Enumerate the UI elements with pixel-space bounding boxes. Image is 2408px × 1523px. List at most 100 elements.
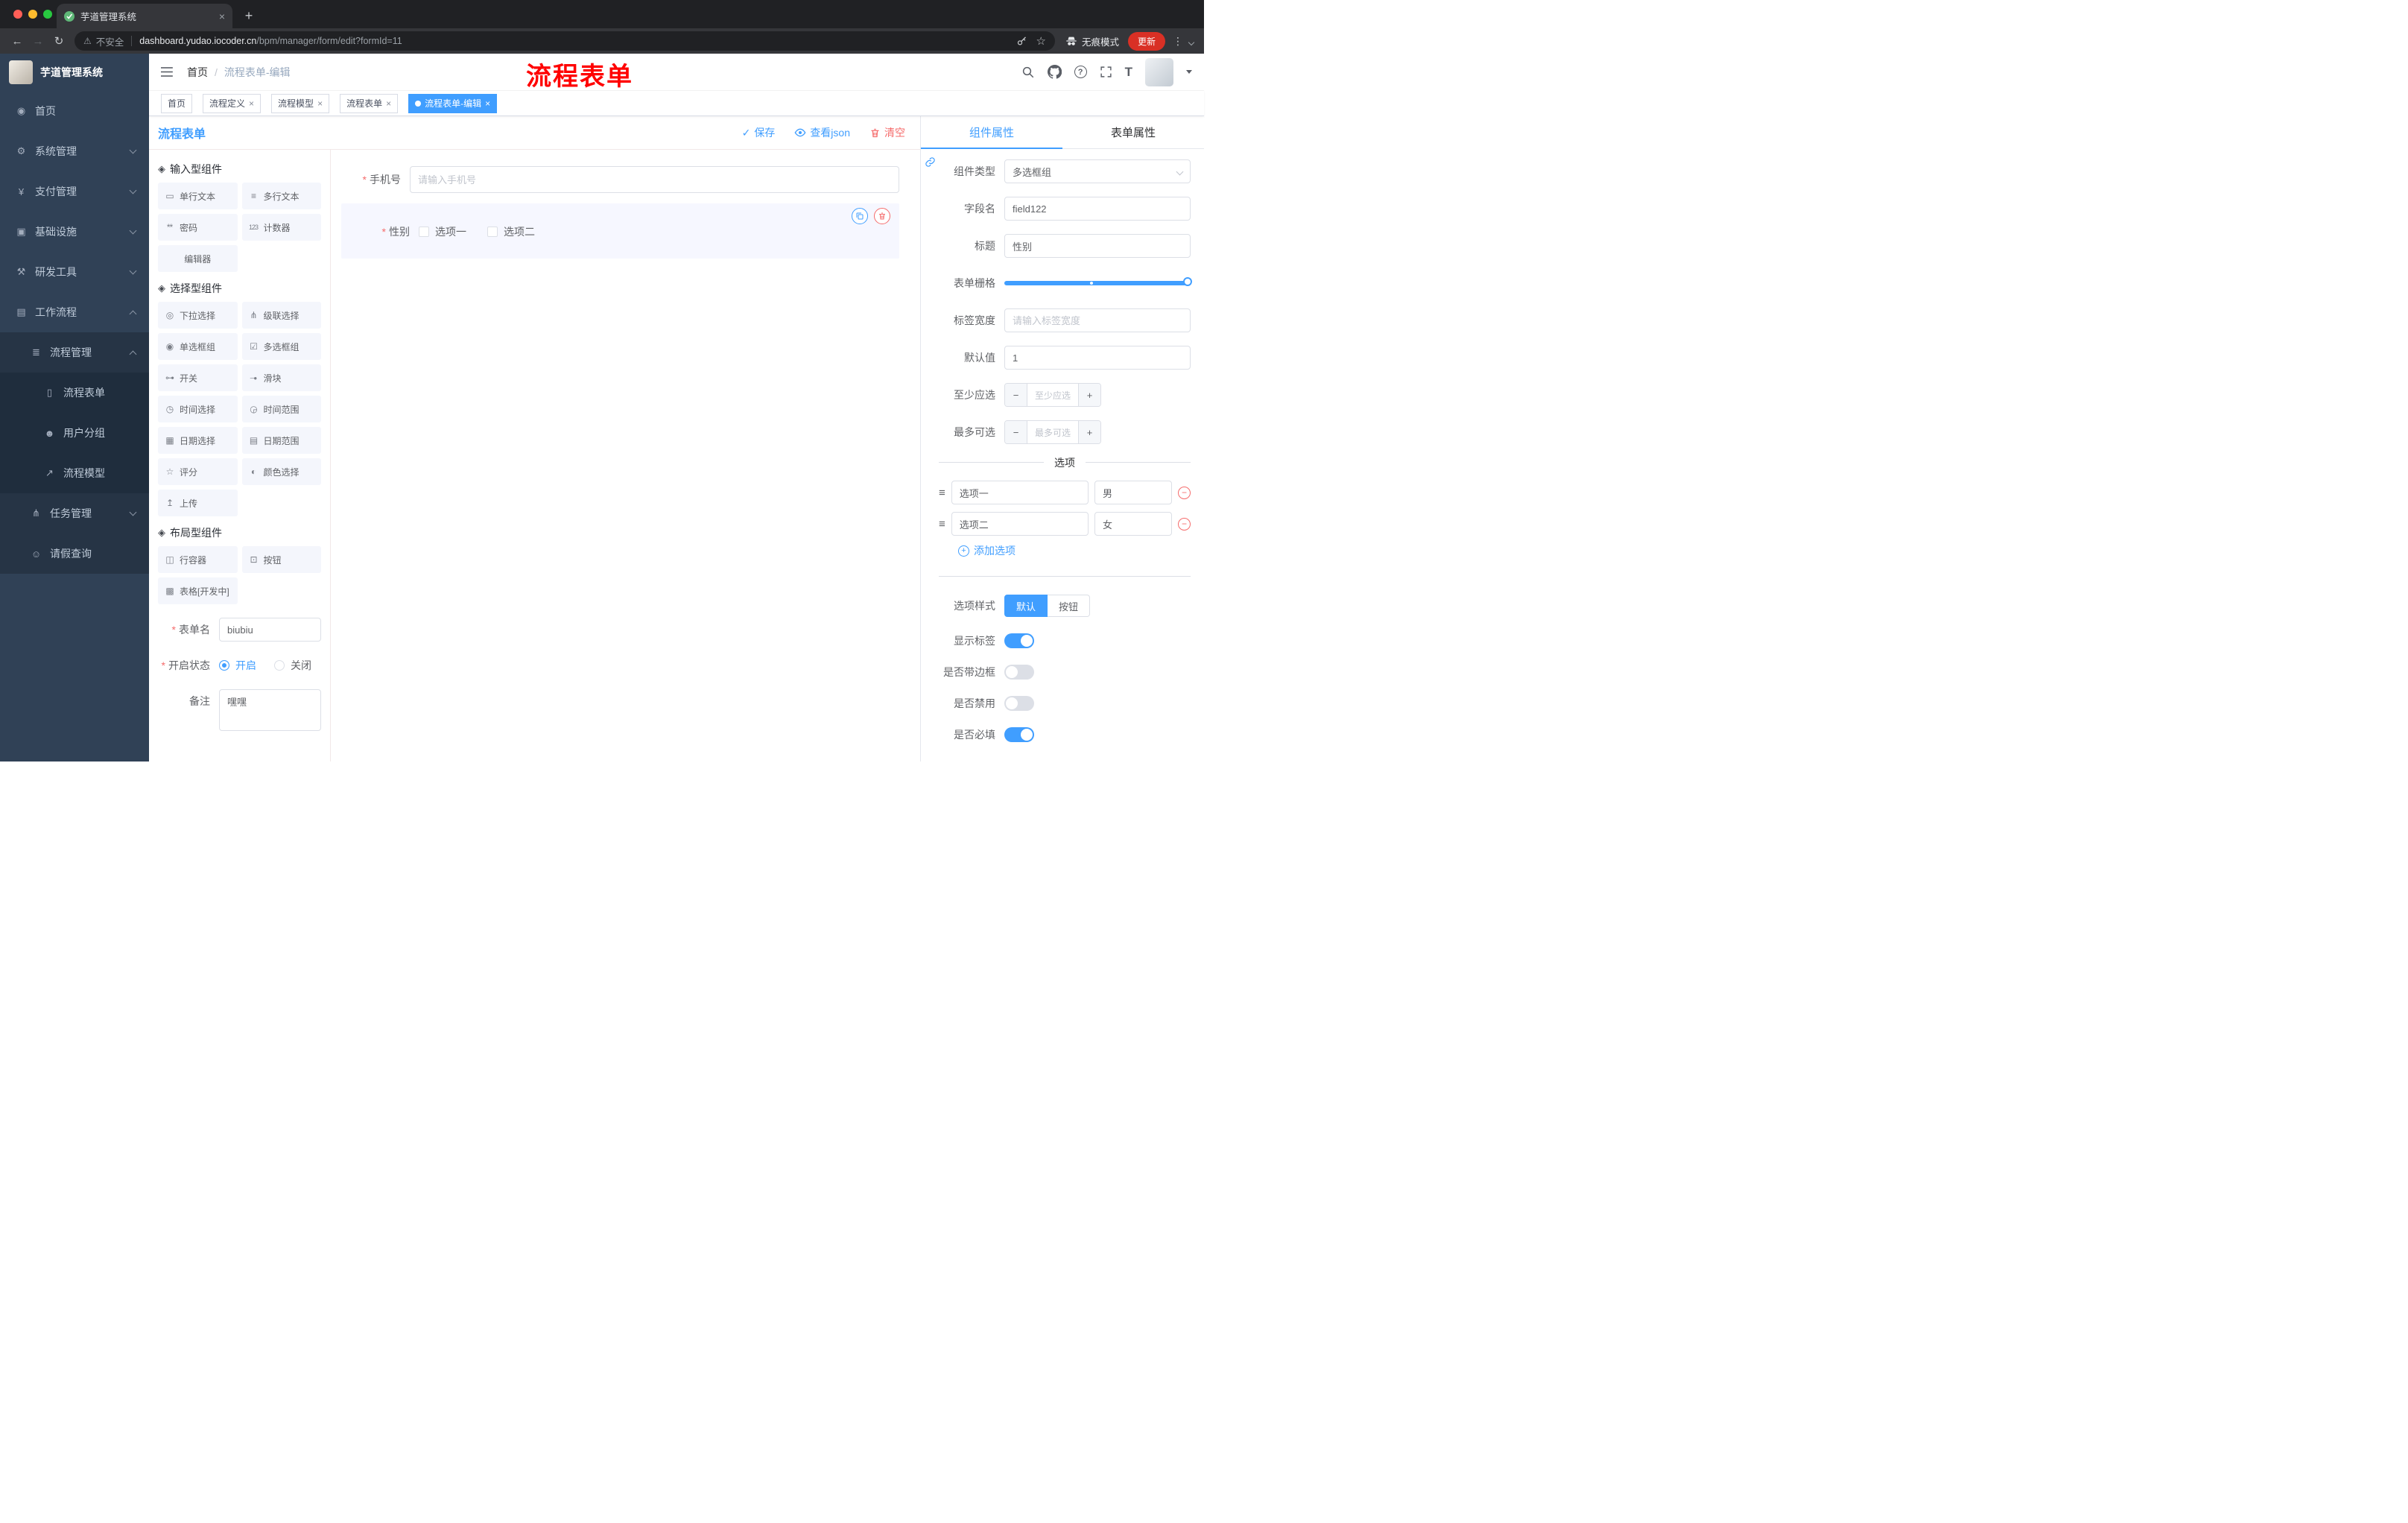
- minimize-window-button[interactable]: [28, 10, 37, 19]
- title-input[interactable]: [1004, 234, 1191, 258]
- sidebar-item-home[interactable]: ◉ 首页: [0, 91, 149, 131]
- status-off-radio[interactable]: 关闭: [274, 658, 311, 673]
- palette-item-row-container[interactable]: ◫ 行容器: [158, 546, 238, 573]
- palette-item-multi-line-text[interactable]: ≡ 多行文本: [241, 183, 321, 209]
- tag-close-icon[interactable]: ×: [386, 98, 391, 109]
- option-2-value-input[interactable]: [1094, 512, 1172, 536]
- palette-item-password[interactable]: ** 密码: [158, 214, 238, 241]
- tag-close-icon[interactable]: ×: [317, 98, 323, 109]
- add-option-button[interactable]: + 添加选项: [958, 543, 1191, 558]
- palette-item-table[interactable]: ▩ 表格[开发中]: [158, 577, 238, 604]
- copy-field-button[interactable]: [852, 208, 868, 224]
- default-value-input[interactable]: [1004, 346, 1191, 370]
- back-icon[interactable]: ←: [7, 31, 27, 51]
- disabled-toggle[interactable]: [1004, 696, 1034, 711]
- remove-option-button[interactable]: −: [1178, 486, 1191, 499]
- reload-icon[interactable]: ↻: [49, 31, 69, 51]
- sidebar-item-devtools[interactable]: ⚒ 研发工具: [0, 252, 149, 292]
- delete-field-button[interactable]: [874, 208, 890, 224]
- sidebar-item-payment[interactable]: ¥ 支付管理: [0, 171, 149, 212]
- address-bar[interactable]: ⚠ 不安全 dashboard.yudao.iocoder.cn/bpm/man…: [75, 31, 1055, 51]
- tab-component-props[interactable]: 组件属性: [921, 116, 1062, 149]
- sidebar-item-workflow[interactable]: ▤ 工作流程: [0, 292, 149, 332]
- palette-item-time-picker[interactable]: ◷ 时间选择: [158, 396, 238, 422]
- field-name-input[interactable]: [1004, 197, 1191, 221]
- gender-option-1-checkbox[interactable]: 选项一: [419, 224, 466, 239]
- tag-home[interactable]: 首页: [161, 93, 193, 113]
- tag-process-form[interactable]: 流程表单 ×: [340, 93, 399, 113]
- component-type-select[interactable]: 多选框组: [1004, 159, 1191, 183]
- palette-item-cascader[interactable]: ⋔ 级联选择: [241, 302, 321, 329]
- increase-button[interactable]: +: [1078, 421, 1100, 443]
- browser-menu-icon[interactable]: ⋮: [1170, 35, 1186, 48]
- view-json-button[interactable]: 查看json: [794, 125, 850, 140]
- required-toggle[interactable]: [1004, 727, 1034, 742]
- slider-handle[interactable]: [1183, 277, 1192, 286]
- tag-process-form-edit[interactable]: 流程表单-编辑 ×: [408, 93, 498, 113]
- security-label[interactable]: 不安全: [96, 34, 124, 48]
- tab-close-icon[interactable]: ×: [219, 10, 225, 22]
- border-toggle[interactable]: [1004, 665, 1034, 680]
- label-width-input[interactable]: [1004, 308, 1191, 332]
- palette-item-radio-group[interactable]: ◉ 单选框组: [158, 333, 238, 360]
- toolbar-expand-icon[interactable]: [1188, 39, 1195, 46]
- palette-item-upload[interactable]: ↥ 上传: [158, 490, 238, 516]
- fullscreen-icon[interactable]: [1100, 66, 1112, 78]
- sidebar-item-infrastructure[interactable]: ▣ 基础设施: [0, 212, 149, 252]
- tab-form-props[interactable]: 表单属性: [1062, 116, 1204, 148]
- save-button[interactable]: ✓ 保存: [742, 125, 776, 140]
- increase-button[interactable]: +: [1078, 384, 1100, 406]
- new-tab-button[interactable]: +: [238, 5, 259, 26]
- palette-item-rate[interactable]: ☆ 评分: [158, 458, 238, 485]
- max-select-value[interactable]: 最多可选: [1027, 421, 1078, 443]
- help-icon[interactable]: ?: [1074, 66, 1087, 78]
- sidebar-item-process-model[interactable]: ↗ 流程模型: [0, 453, 149, 493]
- tag-close-icon[interactable]: ×: [485, 98, 490, 109]
- avatar[interactable]: [1145, 57, 1173, 86]
- hamburger-icon[interactable]: [161, 65, 175, 79]
- update-button[interactable]: 更新: [1127, 31, 1165, 51]
- sidebar-item-leave-query[interactable]: ☺ 请假查询: [0, 533, 149, 574]
- sidebar-item-task-management[interactable]: ⋔ 任务管理: [0, 493, 149, 533]
- palette-item-time-range[interactable]: ◶ 时间范围: [241, 396, 321, 422]
- sidebar-item-user-group[interactable]: ☻ 用户分组: [0, 413, 149, 453]
- palette-item-color-picker[interactable]: ◐ 颜色选择: [241, 458, 321, 485]
- close-window-button[interactable]: [13, 10, 22, 19]
- palette-item-switch[interactable]: ⊶ 开关: [158, 364, 238, 391]
- option-1-label-input[interactable]: [951, 481, 1089, 504]
- decrease-button[interactable]: −: [1005, 384, 1027, 406]
- link-icon[interactable]: [925, 156, 936, 168]
- form-canvas[interactable]: 手机号: [331, 150, 920, 762]
- form-name-input[interactable]: [219, 618, 321, 642]
- palette-item-checkbox-group[interactable]: ☑ 多选框组: [241, 333, 321, 360]
- gender-option-2-checkbox[interactable]: 选项二: [487, 224, 535, 239]
- option-1-value-input[interactable]: [1094, 481, 1172, 504]
- palette-item-single-line-text[interactable]: ▭ 单行文本: [158, 183, 238, 209]
- palette-item-date-range[interactable]: ▤ 日期范围: [241, 427, 321, 454]
- decrease-button[interactable]: −: [1005, 421, 1027, 443]
- option-style-default-button[interactable]: 默认: [1004, 595, 1048, 617]
- github-icon[interactable]: [1047, 65, 1062, 79]
- tag-close-icon[interactable]: ×: [249, 98, 254, 109]
- option-style-button-button[interactable]: 按钮: [1048, 595, 1091, 617]
- key-icon[interactable]: [1016, 36, 1027, 47]
- status-on-radio[interactable]: 开启: [219, 658, 256, 673]
- field-phone[interactable]: 手机号: [341, 166, 899, 193]
- tag-process-definition[interactable]: 流程定义 ×: [203, 93, 262, 113]
- search-icon[interactable]: [1021, 66, 1035, 79]
- clear-button[interactable]: 清空: [869, 125, 905, 140]
- palette-item-counter[interactable]: 123 计数器: [241, 214, 321, 241]
- zoom-window-button[interactable]: [43, 10, 52, 19]
- browser-tab[interactable]: 芋道管理系统 ×: [57, 4, 232, 28]
- palette-item-date-picker[interactable]: ▦ 日期选择: [158, 427, 238, 454]
- grid-slider[interactable]: [1004, 271, 1192, 295]
- phone-input[interactable]: [410, 166, 899, 193]
- min-select-value[interactable]: 至少应选: [1027, 384, 1078, 406]
- drag-handle-icon[interactable]: ≡: [939, 518, 945, 531]
- font-size-icon[interactable]: T: [1125, 65, 1132, 80]
- drag-handle-icon[interactable]: ≡: [939, 487, 945, 499]
- form-remark-textarea[interactable]: 嘿嘿: [219, 689, 321, 731]
- palette-item-editor[interactable]: 编辑器: [158, 245, 238, 272]
- sidebar-item-process-form[interactable]: ▯ 流程表单: [0, 373, 149, 413]
- sidebar-item-process-management[interactable]: ≣ 流程管理: [0, 332, 149, 373]
